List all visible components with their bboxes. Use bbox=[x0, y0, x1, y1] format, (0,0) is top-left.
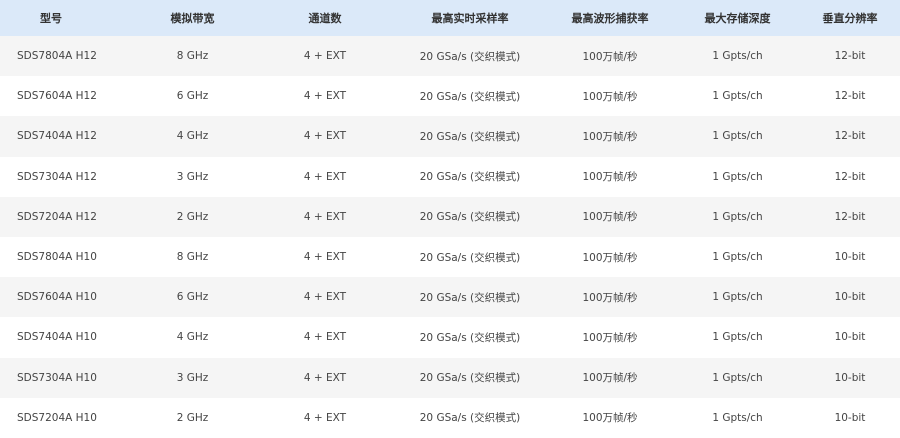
cell-vertical-resolution: 10-bit bbox=[800, 397, 900, 438]
cell-vertical-resolution: 10-bit bbox=[800, 277, 900, 318]
cell-waveform-rate: 100万帧/秒 bbox=[545, 36, 675, 77]
header-model: 型号 bbox=[0, 0, 130, 36]
header-row: 型号 模拟带宽 通道数 最高实时采样率 最高波形捕获率 最大存储深度 垂直分辨率 bbox=[0, 0, 900, 36]
cell-model: SDS7804A H10 bbox=[0, 236, 130, 278]
cell-bandwidth: 3 GHz bbox=[130, 156, 255, 197]
cell-model: SDS7304A H12 bbox=[0, 156, 130, 197]
cell-waveform-rate: 100万帧/秒 bbox=[545, 397, 675, 438]
cell-memory-depth: 1 Gpts/ch bbox=[675, 156, 800, 197]
cell-bandwidth: 4 GHz bbox=[130, 116, 255, 157]
cell-bandwidth: 2 GHz bbox=[130, 397, 255, 438]
cell-model: SDS7304A H10 bbox=[0, 357, 130, 398]
cell-channels: 4 + EXT bbox=[255, 236, 395, 278]
cell-sample-rate: 20 GSa/s (交织模式) bbox=[395, 277, 545, 318]
cell-vertical-resolution: 12-bit bbox=[800, 36, 900, 77]
cell-model: SDS7604A H10 bbox=[0, 277, 130, 318]
cell-waveform-rate: 100万帧/秒 bbox=[545, 277, 675, 318]
cell-bandwidth: 6 GHz bbox=[130, 277, 255, 318]
cell-model: SDS7204A H10 bbox=[0, 397, 130, 438]
cell-memory-depth: 1 Gpts/ch bbox=[675, 76, 800, 117]
cell-sample-rate: 20 GSa/s (交织模式) bbox=[395, 357, 545, 398]
cell-waveform-rate: 100万帧/秒 bbox=[545, 236, 675, 278]
cell-model: SDS7404A H12 bbox=[0, 116, 130, 157]
cell-sample-rate: 20 GSa/s (交织模式) bbox=[395, 317, 545, 358]
cell-memory-depth: 1 Gpts/ch bbox=[675, 317, 800, 358]
cell-sample-rate: 20 GSa/s (交织模式) bbox=[395, 116, 545, 157]
cell-model: SDS7204A H12 bbox=[0, 196, 130, 237]
cell-waveform-rate: 100万帧/秒 bbox=[545, 317, 675, 358]
cell-bandwidth: 6 GHz bbox=[130, 76, 255, 117]
cell-memory-depth: 1 Gpts/ch bbox=[675, 196, 800, 237]
cell-waveform-rate: 100万帧/秒 bbox=[545, 76, 675, 117]
cell-vertical-resolution: 12-bit bbox=[800, 156, 900, 197]
cell-channels: 4 + EXT bbox=[255, 397, 395, 438]
cell-bandwidth: 8 GHz bbox=[130, 36, 255, 77]
header-bandwidth: 模拟带宽 bbox=[130, 0, 255, 36]
header-vertical-resolution: 垂直分辨率 bbox=[800, 0, 900, 36]
cell-sample-rate: 20 GSa/s (交织模式) bbox=[395, 156, 545, 197]
cell-vertical-resolution: 12-bit bbox=[800, 116, 900, 157]
table-row: SDS7404A H12 4 GHz 4 + EXT 20 GSa/s (交织模式) 1… bbox=[0, 116, 900, 157]
header-waveform-rate: 最高波形捕获率 bbox=[545, 0, 675, 36]
cell-memory-depth: 1 Gpts/ch bbox=[675, 397, 800, 438]
cell-bandwidth: 3 GHz bbox=[130, 357, 255, 398]
cell-vertical-resolution: 10-bit bbox=[800, 357, 900, 398]
cell-channels: 4 + EXT bbox=[255, 277, 395, 318]
cell-channels: 4 + EXT bbox=[255, 196, 395, 237]
spec-table: 型号 模拟带宽 通道数 最高实时采样率 最高波形捕获率 最大存储深度 垂直分辨率… bbox=[0, 0, 900, 438]
cell-bandwidth: 8 GHz bbox=[130, 236, 255, 278]
header-channels: 通道数 bbox=[255, 0, 395, 36]
cell-model: SDS7604A H12 bbox=[0, 76, 130, 117]
cell-bandwidth: 4 GHz bbox=[130, 317, 255, 358]
cell-bandwidth: 2 GHz bbox=[130, 196, 255, 237]
cell-memory-depth: 1 Gpts/ch bbox=[675, 236, 800, 278]
table-row: SDS7804A H12 8 GHz 4 + EXT 20 GSa/s (交织模式) 1… bbox=[0, 36, 900, 77]
table-row: SDS7604A H10 6 GHz 4 + EXT 20 GSa/s (交织模式) 1… bbox=[0, 277, 900, 318]
spec-table-header: 型号 模拟带宽 通道数 最高实时采样率 最高波形捕获率 最大存储深度 垂直分辨率 bbox=[0, 0, 900, 36]
table-row: SDS7304A H12 3 GHz 4 + EXT 20 GSa/s (交织模式) 1… bbox=[0, 156, 900, 197]
spec-table-body: SDS7804A H12 8 GHz 4 + EXT 20 GSa/s (交织模式) 1… bbox=[0, 36, 900, 438]
table-row: SDS7404A H10 4 GHz 4 + EXT 20 GSa/s (交织模式) 1… bbox=[0, 317, 900, 358]
cell-memory-depth: 1 Gpts/ch bbox=[675, 116, 800, 157]
cell-model: SDS7804A H12 bbox=[0, 36, 130, 77]
cell-channels: 4 + EXT bbox=[255, 116, 395, 157]
cell-waveform-rate: 100万帧/秒 bbox=[545, 116, 675, 157]
cell-sample-rate: 20 GSa/s (交织模式) bbox=[395, 196, 545, 237]
cell-memory-depth: 1 Gpts/ch bbox=[675, 357, 800, 398]
cell-waveform-rate: 100万帧/秒 bbox=[545, 156, 675, 197]
table-row: SDS7604A H12 6 GHz 4 + EXT 20 GSa/s (交织模式) 1… bbox=[0, 76, 900, 117]
cell-sample-rate: 20 GSa/s (交织模式) bbox=[395, 36, 545, 77]
table-row: SDS7304A H10 3 GHz 4 + EXT 20 GSa/s (交织模式) 1… bbox=[0, 357, 900, 398]
cell-memory-depth: 1 Gpts/ch bbox=[675, 277, 800, 318]
cell-vertical-resolution: 12-bit bbox=[800, 196, 900, 237]
cell-channels: 4 + EXT bbox=[255, 36, 395, 77]
cell-model: SDS7404A H10 bbox=[0, 317, 130, 358]
header-sample-rate: 最高实时采样率 bbox=[395, 0, 545, 36]
cell-sample-rate: 20 GSa/s (交织模式) bbox=[395, 76, 545, 117]
cell-sample-rate: 20 GSa/s (交织模式) bbox=[395, 397, 545, 438]
cell-vertical-resolution: 10-bit bbox=[800, 236, 900, 278]
cell-sample-rate: 20 GSa/s (交织模式) bbox=[395, 236, 545, 278]
cell-channels: 4 + EXT bbox=[255, 156, 395, 197]
cell-memory-depth: 1 Gpts/ch bbox=[675, 36, 800, 77]
table-row: SDS7804A H10 8 GHz 4 + EXT 20 GSa/s (交织模式) 1… bbox=[0, 236, 900, 278]
table-row: SDS7204A H12 2 GHz 4 + EXT 20 GSa/s (交织模式) 1… bbox=[0, 196, 900, 237]
cell-waveform-rate: 100万帧/秒 bbox=[545, 357, 675, 398]
cell-waveform-rate: 100万帧/秒 bbox=[545, 196, 675, 237]
cell-vertical-resolution: 12-bit bbox=[800, 76, 900, 117]
table-row: SDS7204A H10 2 GHz 4 + EXT 20 GSa/s (交织模式) 1… bbox=[0, 397, 900, 438]
cell-channels: 4 + EXT bbox=[255, 317, 395, 358]
cell-channels: 4 + EXT bbox=[255, 357, 395, 398]
header-memory-depth: 最大存储深度 bbox=[675, 0, 800, 36]
cell-vertical-resolution: 10-bit bbox=[800, 317, 900, 358]
cell-channels: 4 + EXT bbox=[255, 76, 395, 117]
